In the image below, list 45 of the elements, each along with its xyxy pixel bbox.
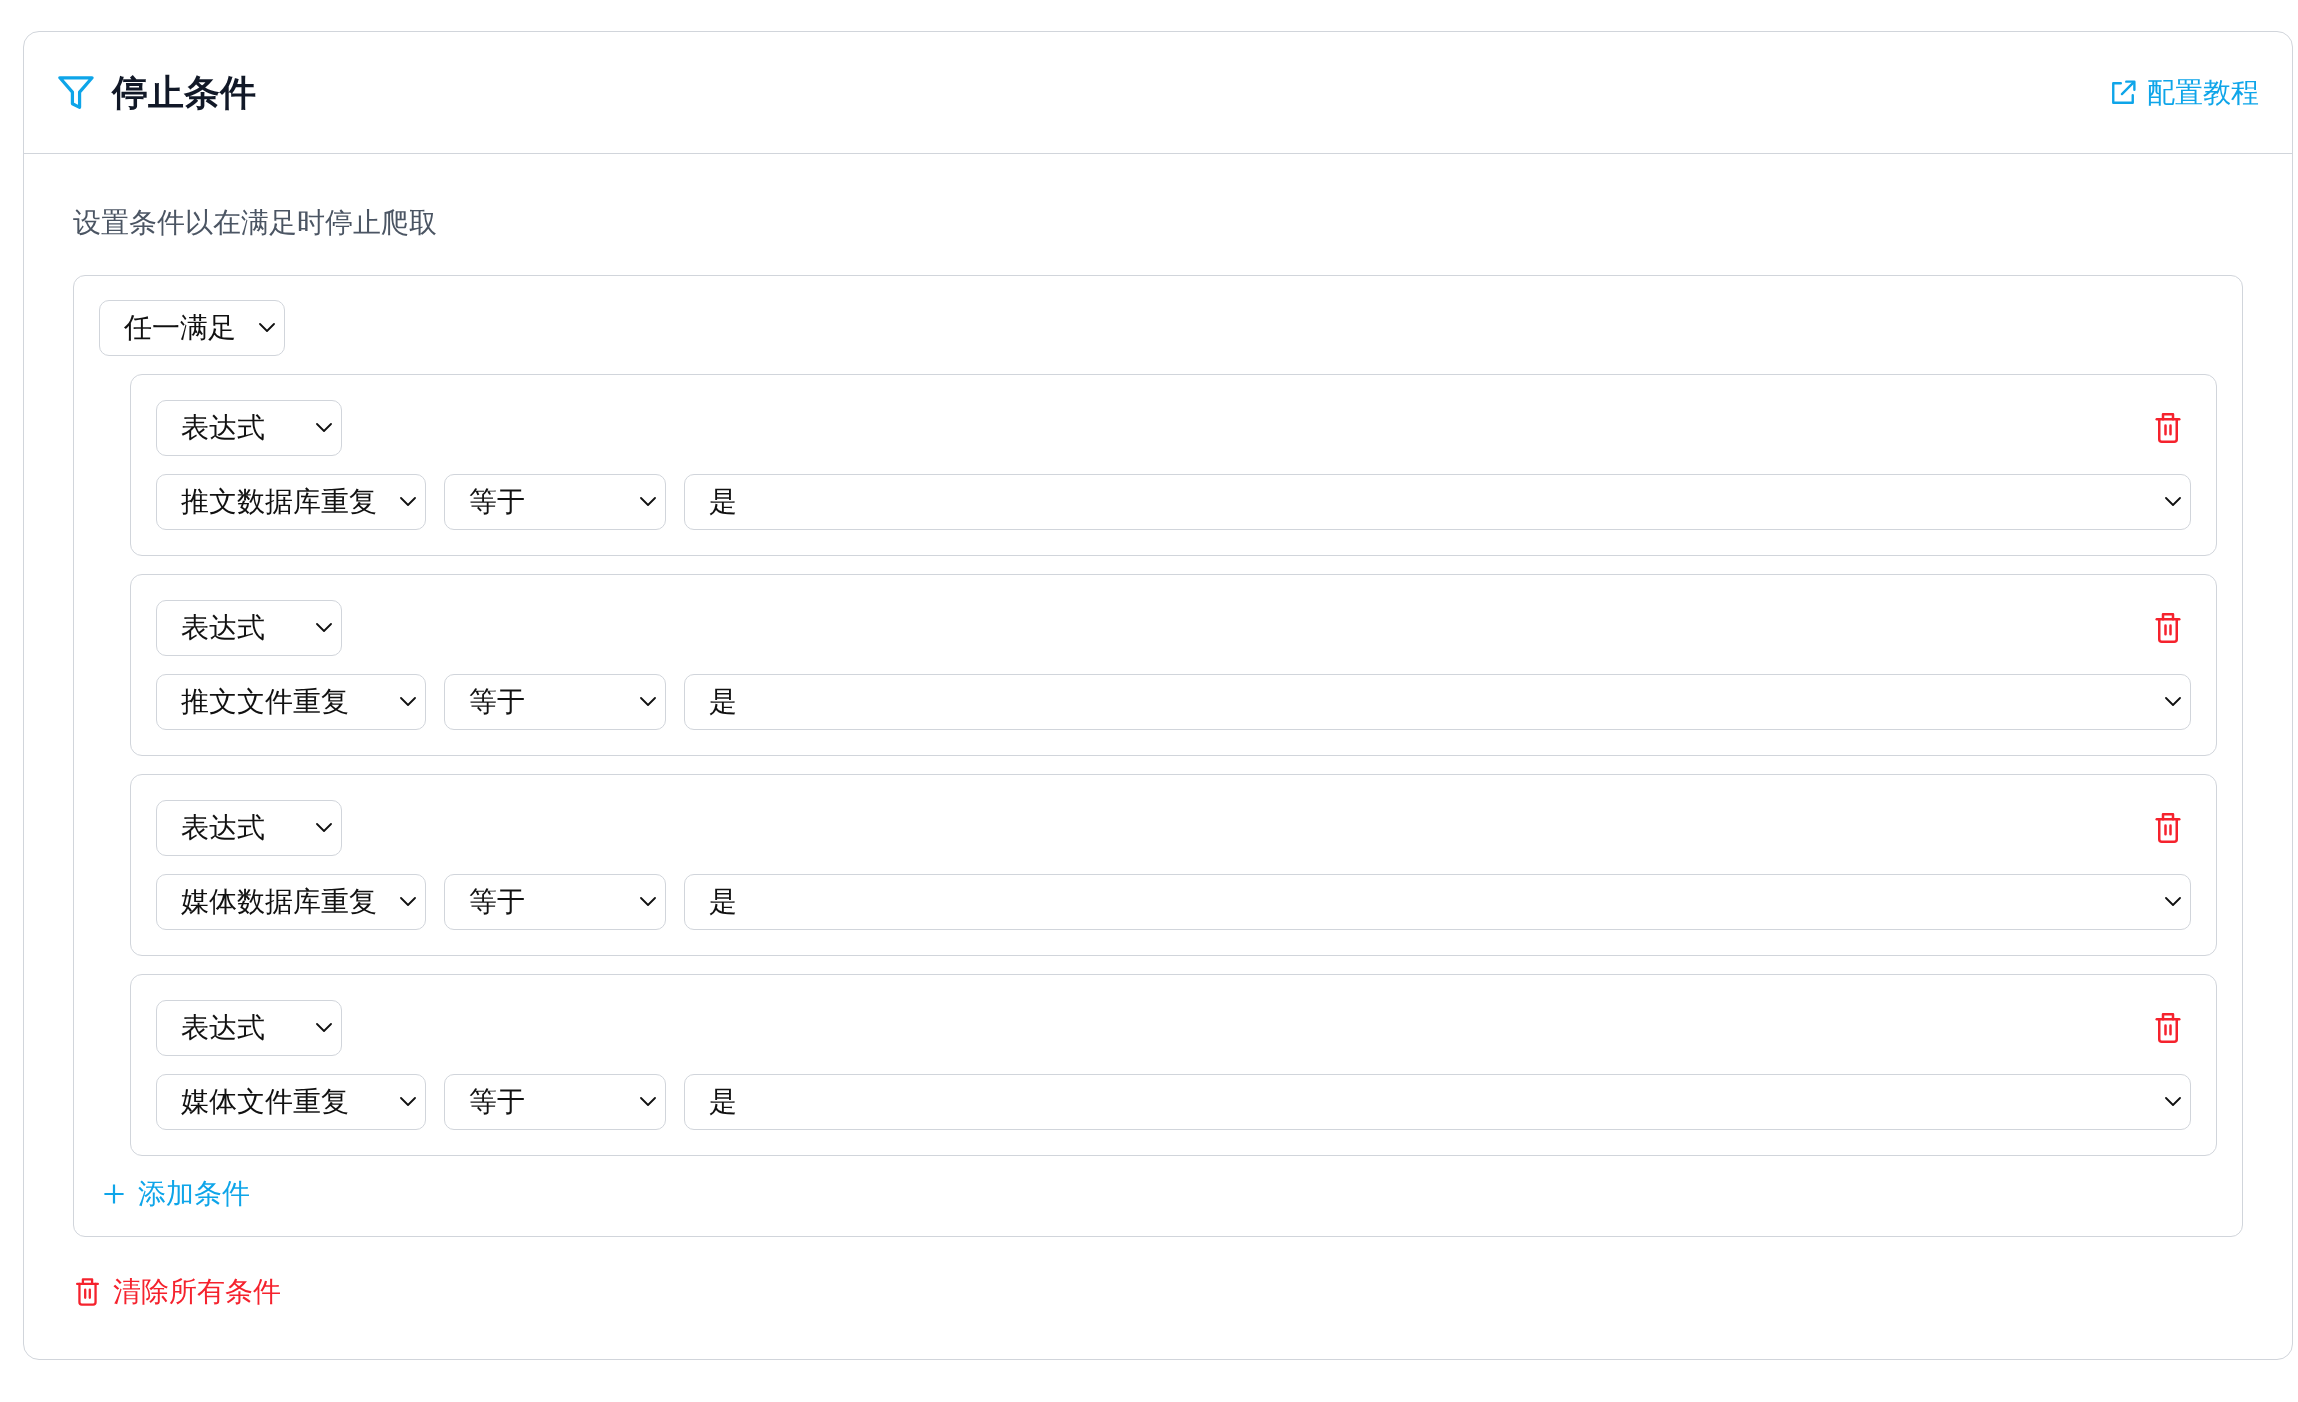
chevron-down-icon (640, 497, 656, 507)
chevron-down-icon (400, 1097, 416, 1107)
chevron-down-icon (400, 497, 416, 507)
value-select[interactable]: 是 (684, 674, 2191, 730)
chevron-down-icon (316, 1023, 332, 1033)
chevron-down-icon (2165, 1097, 2181, 1107)
type-select[interactable]: 表达式 (156, 400, 342, 456)
operator-select[interactable]: 等于 (444, 474, 666, 530)
chevron-down-icon (640, 897, 656, 907)
value-select[interactable]: 是 (684, 874, 2191, 930)
field-select[interactable]: 推文数据库重复 (156, 474, 426, 530)
type-select[interactable]: 表达式 (156, 1000, 342, 1056)
match-select[interactable]: 任一满足 (99, 300, 285, 356)
chevron-down-icon (400, 897, 416, 907)
plus-icon (104, 1184, 124, 1204)
chevron-down-icon (2165, 897, 2181, 907)
chevron-down-icon (2165, 497, 2181, 507)
value-select[interactable]: 是 (684, 1074, 2191, 1130)
field-select[interactable]: 媒体文件重复 (156, 1074, 426, 1130)
chevron-down-icon (640, 697, 656, 707)
chevron-down-icon (2165, 697, 2181, 707)
chevron-down-icon (316, 623, 332, 633)
chevron-down-icon (259, 323, 275, 333)
trash-icon (2155, 613, 2181, 643)
type-select[interactable]: 表达式 (156, 800, 342, 856)
operator-select[interactable]: 等于 (444, 874, 666, 930)
trash-icon (76, 1278, 99, 1306)
type-select[interactable]: 表达式 (156, 600, 342, 656)
chevron-down-icon (316, 423, 332, 433)
chevron-down-icon (316, 823, 332, 833)
field-select[interactable]: 媒体数据库重复 (156, 874, 426, 930)
chevron-down-icon (640, 1097, 656, 1107)
value-select[interactable]: 是 (684, 474, 2191, 530)
trash-icon (2155, 1013, 2181, 1043)
operator-select[interactable]: 等于 (444, 674, 666, 730)
operator-select[interactable]: 等于 (444, 1074, 666, 1130)
description-text: 设置条件以在满足时停止爬取 (73, 205, 438, 241)
trash-icon (2155, 813, 2181, 843)
funnel-icon (58, 75, 94, 110)
panel-title: 停止条件 (112, 70, 256, 115)
clear-all-button[interactable]: 清除所有条件 (73, 1272, 284, 1312)
chevron-down-icon (400, 697, 416, 707)
trash-icon (2155, 413, 2181, 443)
field-select[interactable]: 推文文件重复 (156, 674, 426, 730)
external-link-icon (2110, 79, 2136, 106)
